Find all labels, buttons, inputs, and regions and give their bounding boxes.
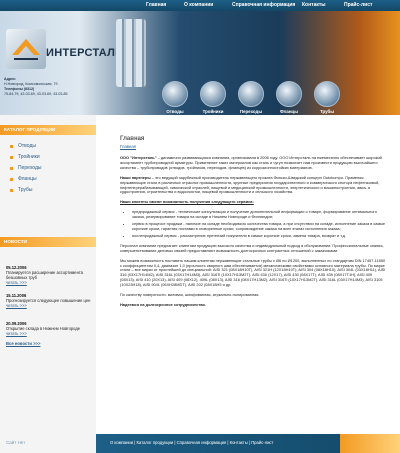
footer-bar: О компании | Каталог продукции | Справоч… [96, 434, 400, 453]
article-body: ООО "Интерсталь" – динамично развивающая… [120, 155, 386, 313]
product-label: Переходы [239, 109, 263, 114]
product-flanges-button[interactable]: Фланцы [272, 81, 306, 114]
partners-paragraph: Наши партнеры – это ведущий зарубежный п… [120, 174, 386, 196]
list-item: сервис в процессе продажи - наличие на с… [132, 221, 386, 232]
list-item: послепродажный сервис - рассмотрение пре… [132, 233, 386, 239]
tee-icon [200, 81, 226, 107]
news-read-link[interactable]: читать >>> [6, 303, 92, 308]
news-read-link[interactable]: читать >>> [6, 280, 92, 285]
footer-reference-link[interactable]: Справочная информация [177, 440, 227, 445]
main-content: Главная Главная ООО "Интерсталь" – динам… [104, 120, 394, 440]
news-item: 15.11.2006 Прогнозируется следующее повы… [6, 293, 92, 308]
footer-accent [340, 434, 400, 453]
page: Главная О компании Справочная информация… [0, 0, 400, 453]
intro-paragraph: ООО "Интерсталь" – динамично развивающая… [120, 155, 386, 171]
catalog-item-elbows[interactable]: Отводы [10, 143, 41, 154]
product-pipes-button[interactable]: Трубы [310, 81, 344, 114]
news-item: 05.12.2006 Планируется расширение ассорт… [6, 265, 92, 285]
footer-contacts-link[interactable]: Контакты [230, 440, 248, 445]
intro-text: – динамично развивающаяся компания, орга… [120, 155, 382, 170]
catalog-item-reducers[interactable]: Переходы [10, 165, 41, 176]
catalog-item-flanges[interactable]: Фланцы [10, 176, 41, 187]
footer-catalog-link[interactable]: Каталог продукции [137, 440, 174, 445]
services-title: Наши клиенты имеют возможность получения… [120, 199, 254, 205]
nav-home-link[interactable]: Главная [146, 2, 166, 8]
header-banner: ИНТЕРСТАЛЬ Адрес: Н.Новгород, Комсомольс… [0, 11, 400, 115]
news-header: НОВОСТИ [0, 237, 96, 247]
flange-icon [276, 81, 302, 107]
list-item: предпродажный сервис - технические консу… [132, 209, 386, 220]
logo-mark-icon [6, 29, 46, 69]
product-label: Фланцы [280, 109, 298, 114]
closing-text: Надеемся на долгосрочное сотрудничество. [120, 301, 207, 307]
phone-numbers: 75-84-79, 43-03-69, 43-03-69, 43-03-85 [4, 92, 68, 96]
pipe-icon [314, 81, 340, 107]
footer-links: О компании | Каталог продукции | Справоч… [110, 440, 274, 445]
nav-reference-link[interactable]: Справочная информация [232, 2, 295, 8]
elbow-icon [162, 81, 188, 107]
product-label: Тройники [202, 109, 224, 114]
reducer-icon [238, 81, 264, 107]
nav-about-link[interactable]: О компании [184, 2, 213, 8]
product-reducers-button[interactable]: Переходы [234, 81, 268, 114]
news-item: 20.09.2006 Открытие склада в Нижнем Новг… [6, 321, 92, 336]
product-label: Трубы [319, 109, 335, 114]
catalog-item-tees[interactable]: Тройники [10, 154, 41, 165]
services-list: предпродажный сервис - технические консу… [120, 209, 386, 239]
all-news-link[interactable]: Все новости >>> [6, 341, 40, 346]
product-label: Отводы [166, 109, 184, 114]
nav-contacts-link[interactable]: Контакты [302, 2, 326, 8]
footer-pricelist-link[interactable]: Прайс-лист [251, 440, 273, 445]
contact-address: Адрес: Н.Новгород, Комсомольская, 79 Тел… [4, 77, 124, 97]
catalog-title: КАТАЛОГ ПРОДУКЦИИ [4, 127, 56, 132]
page-title: Главная [120, 136, 145, 142]
staff-paragraph: Персонал компании предлагает клиентам пр… [120, 242, 384, 253]
logo-text: ИНТЕРСТАЛЬ [46, 47, 124, 59]
catalog-header: КАТАЛОГ ПРОДУКЦИИ [0, 125, 96, 135]
catalog-list: Отводы Тройники Переходы Фланцы Трубы [10, 143, 41, 198]
product-tees-button[interactable]: Тройники [196, 81, 230, 114]
products-paragraph: Мы можем возможность поставить нашим кли… [120, 257, 386, 288]
logo[interactable]: ИНТЕРСТАЛЬ [6, 29, 123, 75]
top-navigation: Главная О компании Справочная информация… [0, 0, 400, 11]
developer-credit[interactable]: Сайт Нет [6, 440, 25, 445]
left-sidebar: КАТАЛОГ ПРОДУКЦИИ Отводы Тройники Перехо… [0, 115, 96, 453]
news-read-link[interactable]: читать >>> [6, 331, 92, 336]
nav-pricelist-link[interactable]: Прайс-лист [344, 2, 372, 8]
product-elbows-button[interactable]: Отводы [158, 81, 192, 114]
breadcrumb[interactable]: Главная [120, 144, 136, 149]
news-title: НОВОСТИ [4, 239, 27, 244]
partners-text: – это ведущий зарубежный производитель н… [120, 174, 380, 195]
surface-paragraph: По качеству поверхности: матовая, шлифов… [120, 292, 260, 298]
footer-about-link[interactable]: О компании [110, 440, 133, 445]
news-text: Планируется расширение ассортимента безш… [6, 270, 83, 280]
catalog-item-pipes[interactable]: Трубы [10, 187, 41, 198]
